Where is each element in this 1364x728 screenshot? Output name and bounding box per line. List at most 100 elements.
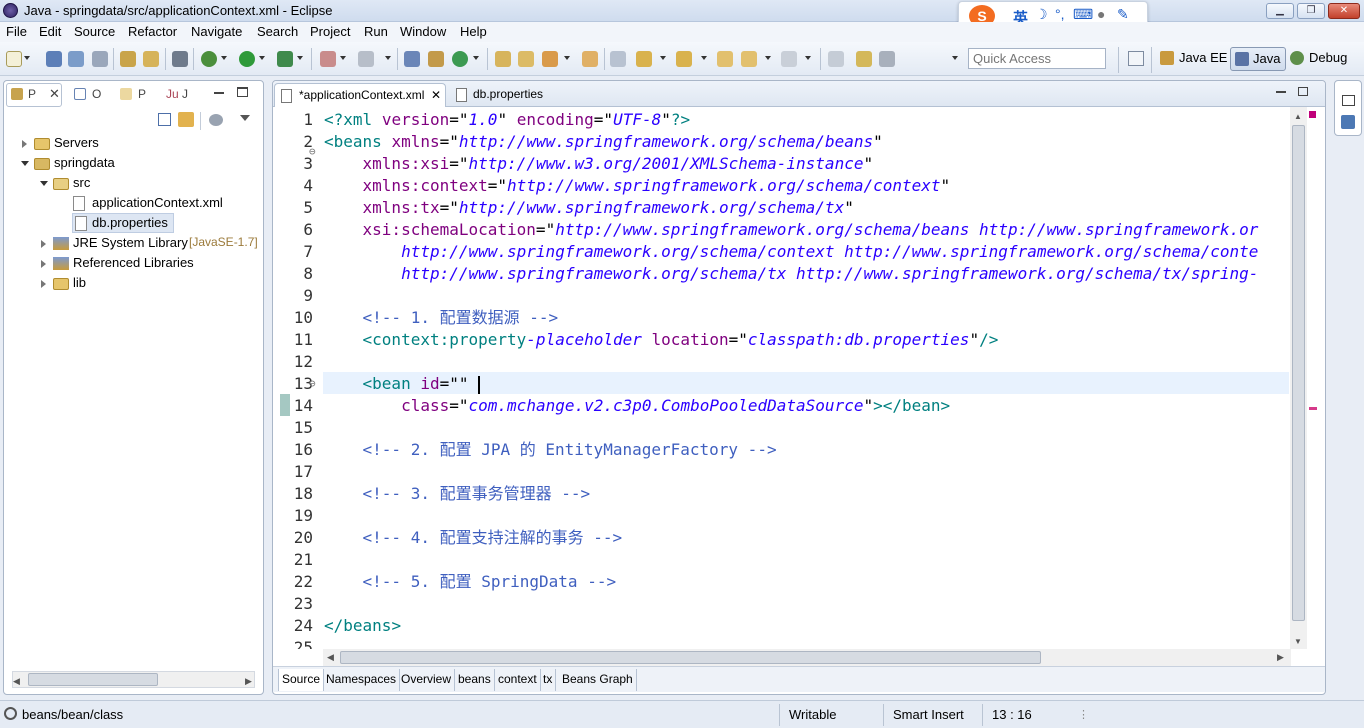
menu-file[interactable]: File [6,24,27,39]
combo-dropdown-icon[interactable] [952,56,958,60]
scroll-up-icon[interactable]: ▲ [1294,112,1302,121]
next-dropdown-icon[interactable] [660,56,666,60]
code-line[interactable]: <!-- 4. 配置支持注解的事务 --> [324,527,623,549]
skip-breakpoints-icon[interactable] [172,51,188,67]
expand-icon[interactable] [41,260,46,268]
error-overview-icon[interactable] [1309,111,1316,118]
pencil-dropdown-icon[interactable] [564,56,570,60]
code-line[interactable]: xmlns:context="http://www.springframewor… [324,175,951,197]
forward-dropdown-icon[interactable] [805,56,811,60]
tab-db-properties[interactable]: db.properties [449,83,559,107]
tab-applicationcontext[interactable]: *applicationContext.xml ✕ [274,83,446,107]
run-external-icon[interactable] [277,51,293,67]
code-line[interactable]: http://www.springframework.org/schema/tx… [324,263,1258,285]
menu-run[interactable]: Run [364,24,388,39]
collapse-icon[interactable] [40,181,48,186]
new-dropdown-icon[interactable] [24,56,30,60]
code-line[interactable]: <!-- 3. 配置事务管理器 --> [324,483,591,505]
code-line[interactable]: http://www.springframework.org/schema/co… [324,241,1258,263]
collapse-all-icon[interactable] [158,113,171,126]
tab-source[interactable]: Source [278,669,325,691]
tab-overview[interactable]: Overview [398,669,456,691]
server-dropdown-icon[interactable] [385,56,391,60]
back-icon[interactable] [741,51,757,67]
scroll-thumb[interactable] [1292,125,1305,621]
stop-dropdown-icon[interactable] [340,56,346,60]
grid-icon[interactable] [879,51,895,67]
marker-icon[interactable] [856,51,872,67]
outline-view-icon[interactable] [1341,115,1355,129]
menu-search[interactable]: Search [257,24,298,39]
tab-context[interactable]: context [495,669,541,691]
error-marker[interactable] [1309,407,1317,410]
close-button[interactable]: ✕ [1328,3,1360,19]
external-dropdown-icon[interactable] [297,56,303,60]
close-tab-icon[interactable]: ✕ [431,88,441,102]
new-class-icon[interactable] [452,51,468,67]
save-icon[interactable] [46,51,62,67]
next-annotation-icon[interactable] [636,51,652,67]
code-line[interactable]: <bean id="" [324,373,469,395]
forward-icon[interactable] [781,51,797,67]
debug-icon[interactable] [201,51,217,67]
scroll-right-icon[interactable]: ▶ [245,676,252,687]
fold-icon[interactable]: ⊖ [309,145,316,158]
menu-refactor[interactable]: Refactor [128,24,177,39]
save-all-icon[interactable] [68,51,84,67]
maximize-view-icon[interactable] [237,87,248,97]
tab-label-j[interactable]: J [182,87,188,101]
punctuation-icon[interactable]: °, [1055,6,1065,22]
stop-icon[interactable] [320,51,336,67]
open-type-icon[interactable] [120,51,136,67]
menu-source[interactable]: Source [74,24,115,39]
code-line[interactable]: xmlns:xsi="http://www.w3.org/2001/XMLSch… [324,153,874,175]
expand-icon[interactable] [22,140,27,148]
scroll-left-icon[interactable]: ◀ [327,652,334,663]
perspective-java-active[interactable]: Java [1230,47,1286,71]
code-line[interactable]: xsi:schemaLocation="http://www.springfra… [324,219,1259,241]
back-dropdown-icon[interactable] [765,56,771,60]
maximize-button[interactable]: ❐ [1297,3,1325,19]
link-with-editor-icon[interactable] [178,112,194,127]
tab-namespaces[interactable]: Namespaces [323,669,401,691]
perspective-debug[interactable]: Debug [1309,50,1347,65]
code-line[interactable]: <context:property-placeholder location="… [324,329,999,351]
last-edit-icon[interactable] [717,51,733,67]
code-line[interactable]: <!-- 2. 配置 JPA 的 EntityManagerFactory --… [324,439,777,461]
open-folder-icon[interactable] [495,51,511,67]
scroll-right-icon[interactable]: ▶ [1277,652,1284,663]
tab-beans-graph[interactable]: Beans Graph [559,669,637,691]
tab-label-o[interactable]: O [92,87,101,101]
collapse-icon[interactable] [21,161,29,166]
minimize-view-icon[interactable] [214,92,224,94]
code-line[interactable]: <?xml version="1.0" encoding="UTF-8"?> [324,109,690,131]
restore-editor-icon[interactable] [1298,87,1308,96]
tab-label-p2[interactable]: P [138,87,146,101]
menu-help[interactable]: Help [460,24,487,39]
code-line[interactable]: <!-- 1. 配置数据源 --> [324,307,559,329]
code-area[interactable]: 1 2 3 4 5 6 7 8 9 10 11 12 13 14 15 16 17 18 19 20 21 22 23 24 2… [273,107,1289,649]
scroll-down-icon[interactable]: ▼ [1294,637,1302,646]
open-task-icon[interactable] [143,51,159,67]
minimize-editor-icon[interactable] [1276,91,1286,93]
menu-navigate[interactable]: Navigate [191,24,242,39]
restore-view-icon[interactable] [1342,95,1355,106]
minimize-button[interactable]: ▁ [1266,3,1294,19]
prev-annotation-icon[interactable] [676,51,692,67]
expand-icon[interactable] [41,240,46,248]
code-line[interactable]: <!-- 5. 配置 SpringData --> [324,571,617,593]
user-icon[interactable]: ● [1097,6,1105,22]
perspective-java-ee[interactable]: Java EE [1179,50,1227,65]
prev-dropdown-icon[interactable] [701,56,707,60]
close-tab-icon[interactable]: ✕ [49,86,60,102]
scroll-thumb[interactable] [28,673,158,686]
scroll-left-icon[interactable]: ◀ [13,676,20,687]
debug-dropdown-icon[interactable] [221,56,227,60]
tab-beans[interactable]: beans [455,669,495,691]
code-line[interactable]: xmlns:tx="http://www.springframework.org… [324,197,854,219]
vertical-scrollbar[interactable]: ▲ ▼ [1290,107,1307,649]
scroll-thumb[interactable] [340,651,1041,664]
code-line[interactable]: class="com.mchange.v2.c3p0.ComboPooledDa… [324,395,950,417]
wrench-icon[interactable]: ✎ [1117,6,1129,23]
pin-editor-icon[interactable] [828,51,844,67]
